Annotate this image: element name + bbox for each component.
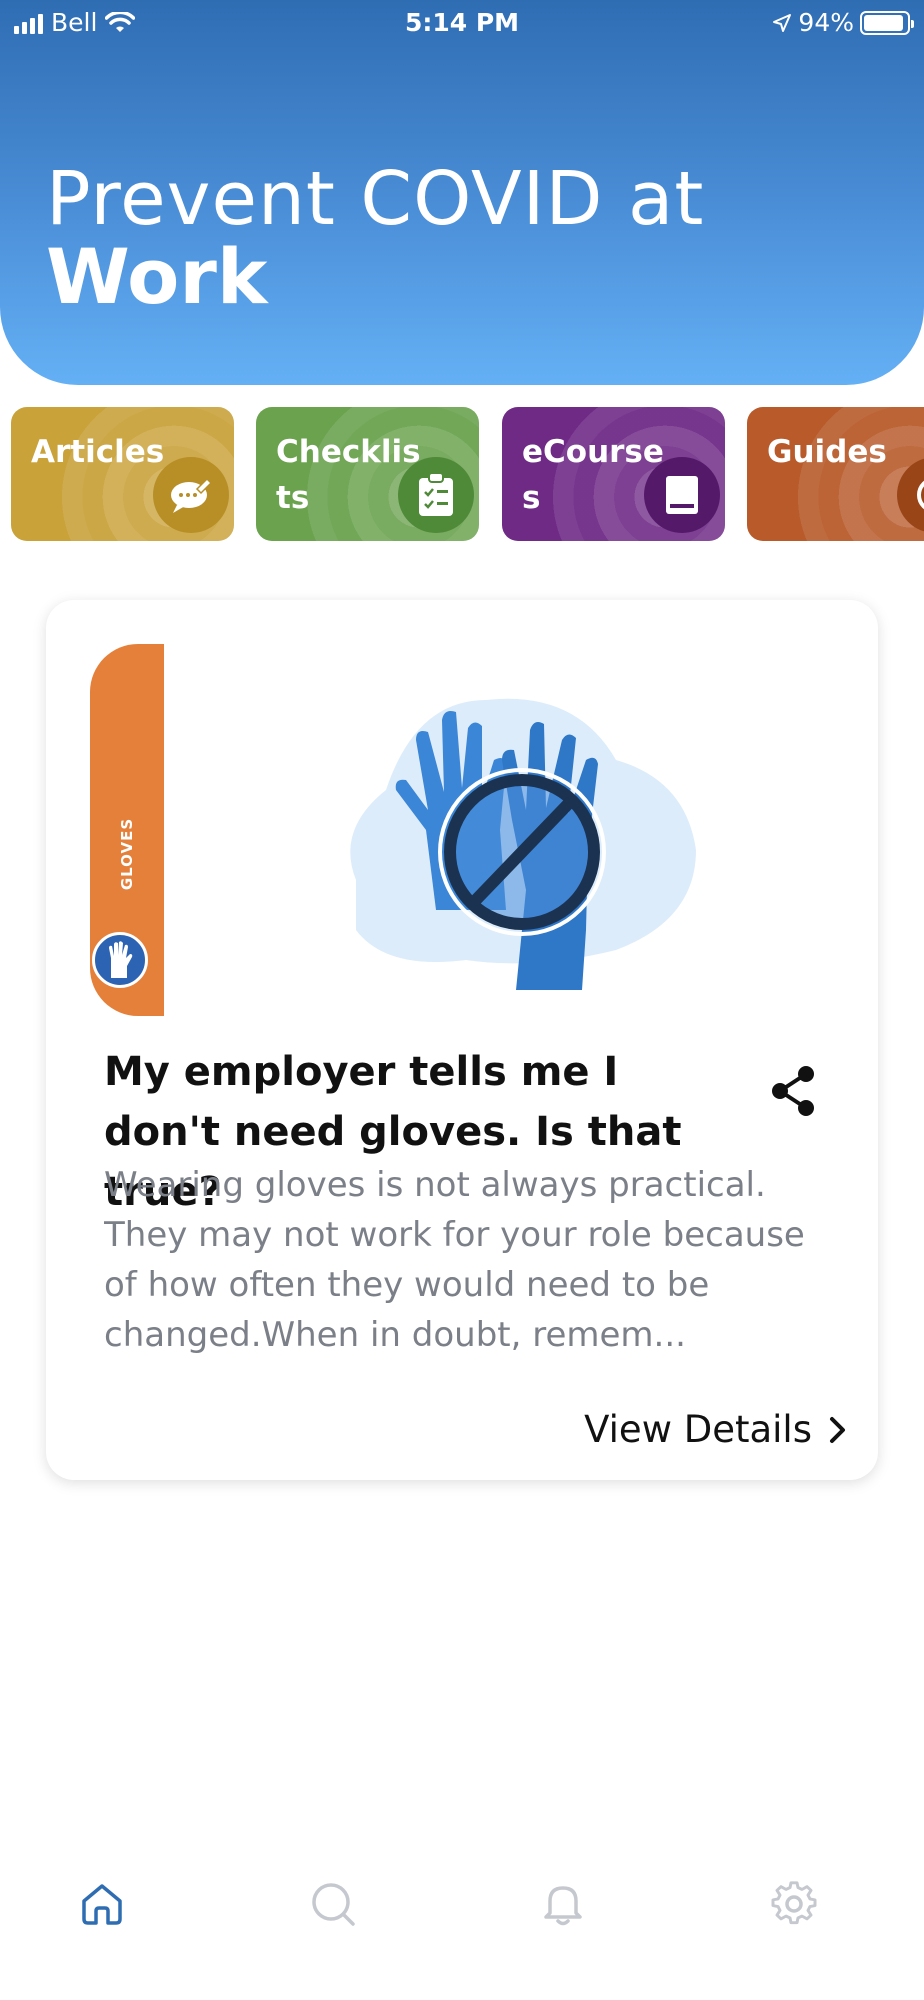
category-label: Guides (767, 434, 887, 470)
nav-notifications[interactable] (537, 1878, 589, 1930)
article-card[interactable]: GLOVES My employer tells me I don't need… (46, 600, 878, 1480)
clipboard-checklist-icon (398, 457, 474, 533)
category-guides[interactable]: Guides (747, 407, 924, 541)
bell-icon (544, 1886, 582, 1926)
category-label: Articles (31, 434, 165, 470)
header-banner: Bell 5:14 PM 94% Prevent COVID at Work (0, 0, 924, 385)
battery-percent: 94% (798, 8, 854, 37)
tag-label: GLOVES (118, 817, 136, 891)
category-carousel[interactable]: Articles Checklists eCourses Guides (11, 407, 924, 541)
chevron-right-icon (830, 1416, 845, 1443)
nav-home[interactable] (76, 1878, 128, 1930)
page-title-line2: Work (46, 232, 268, 321)
search-icon (312, 1883, 355, 1926)
share-icon[interactable] (768, 1064, 818, 1118)
gloves-prohibited-illustration (350, 698, 696, 990)
glove-icon (92, 932, 148, 988)
location-arrow-icon (773, 13, 792, 32)
nav-search[interactable] (307, 1878, 359, 1930)
view-details-label: View Details (584, 1408, 812, 1451)
status-right: 94% (772, 8, 914, 37)
home-icon (82, 1884, 122, 1925)
gear-icon (771, 1881, 817, 1925)
category-checklists[interactable]: Checklists (256, 407, 479, 541)
page-title-line1: Prevent COVID at (46, 156, 705, 242)
chat-bubble-icon (153, 457, 229, 533)
article-excerpt: Wearing gloves is not always practical. … (104, 1165, 805, 1355)
nav-settings[interactable] (768, 1878, 820, 1930)
category-ecourses[interactable]: eCourses (502, 407, 725, 541)
bottom-nav (0, 1860, 924, 1950)
battery-icon (860, 10, 914, 35)
status-bar: Bell 5:14 PM 94% (0, 0, 924, 46)
category-articles[interactable]: Articles (11, 407, 234, 541)
book-icon (644, 457, 720, 533)
category-tag: GLOVES (90, 644, 164, 1016)
view-details-button[interactable]: View Details (584, 1408, 848, 1451)
